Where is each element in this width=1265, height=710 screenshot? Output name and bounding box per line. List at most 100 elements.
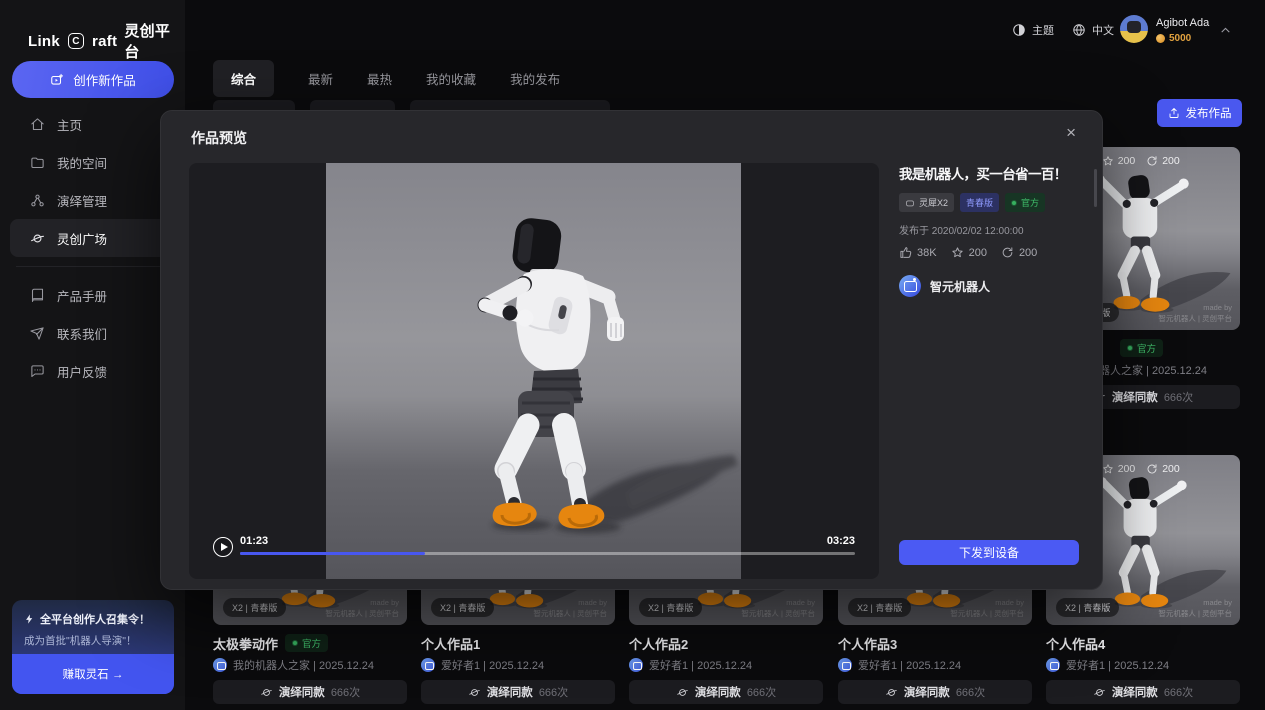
user-avatar[interactable] <box>1120 15 1148 43</box>
feedback-icon <box>30 364 45 379</box>
remix-button[interactable]: 演绎同款 666次 <box>629 680 823 704</box>
create-work-label: 创作新作品 <box>73 70 136 89</box>
official-tag: 官方 <box>1005 193 1045 212</box>
create-work-button[interactable]: 创作新作品 <box>12 61 174 98</box>
work-likes: 38K <box>899 246 937 259</box>
remix-label: 演绎同款 <box>904 684 950 700</box>
model-edition-tag: X2 | 青春版 <box>1056 598 1119 617</box>
card-title-row: 个人作品1 <box>421 635 615 651</box>
work-shares: 200 <box>1001 246 1037 259</box>
author-avatar <box>899 275 921 297</box>
progress-bar[interactable] <box>240 552 855 555</box>
sidebar-item-label: 我的空间 <box>57 153 107 172</box>
author-avatar <box>629 658 643 672</box>
card-title: 个人作品1 <box>421 634 480 653</box>
star-icon <box>951 246 964 259</box>
card-title-row: 个人作品3 <box>838 635 1032 651</box>
globe-icon <box>1072 23 1086 37</box>
lightning-icon <box>24 613 35 625</box>
model-edition-tag: X2 | 青春版 <box>848 598 911 617</box>
sidebar-item-manual[interactable]: 产品手册 <box>10 276 176 314</box>
remix-button[interactable]: 演绎同款 666次 <box>1046 680 1240 704</box>
sidebar-item-label: 产品手册 <box>57 286 107 305</box>
card-title-row: 个人作品2 <box>629 635 823 651</box>
author-avatar <box>1046 658 1060 672</box>
robot-video-graphic <box>326 163 741 579</box>
like-icon <box>899 246 912 259</box>
author-avatar <box>213 658 227 672</box>
remix-button[interactable]: 演绎同款 666次 <box>213 680 407 704</box>
card-title: 个人作品2 <box>629 634 688 653</box>
sidebar-item-feedback[interactable]: 用户反馈 <box>10 352 176 390</box>
earn-gems-button[interactable]: 赚取灵石 → <box>12 654 174 694</box>
video-frame[interactable] <box>326 163 741 579</box>
publish-work-label: 发布作品 <box>1186 105 1232 121</box>
tab-newest[interactable]: 最新 <box>308 69 333 88</box>
video-player: 01:23 03:23 <box>189 163 879 579</box>
sidebar-item-my-space[interactable]: 我的空间 <box>10 143 176 181</box>
account-menu-toggle[interactable] <box>1219 24 1232 42</box>
language-label: 中文 <box>1092 22 1114 38</box>
deploy-to-device-button[interactable]: 下发到设备 <box>899 540 1079 565</box>
remix-icon <box>468 686 481 699</box>
theme-label: 主题 <box>1032 22 1054 38</box>
user-coins: 5000 <box>1156 33 1191 44</box>
promo-title-row: 全平台创作人召集令！ <box>12 600 174 627</box>
remix-button[interactable]: 演绎同款 666次 <box>421 680 615 704</box>
author-name: 智元机器人 <box>930 278 990 295</box>
card-author: 爱好者1 | 2025.12.24 <box>441 657 544 673</box>
sidebar-item-contact[interactable]: 联系我们 <box>10 314 176 352</box>
home-icon <box>30 117 45 132</box>
remix-button[interactable]: 演绎同款 666次 <box>838 680 1032 704</box>
model-edition-tag: X2 | 青春版 <box>639 598 702 617</box>
card-title: 个人作品4 <box>1046 634 1105 653</box>
remix-count: 666次 <box>1164 684 1193 700</box>
upload-icon <box>1168 107 1180 119</box>
close-icon[interactable]: × <box>1066 123 1076 143</box>
send-icon <box>30 326 45 341</box>
sidebar-item-label: 用户反馈 <box>57 362 107 381</box>
card-shares: 200 <box>1146 463 1180 475</box>
tab-hottest[interactable]: 最热 <box>367 69 392 88</box>
theme-toggle[interactable]: 主题 <box>1012 22 1054 38</box>
watermark: made by智元机器人 | 灵创平台 <box>741 597 815 620</box>
work-preview-modal: 作品预览 × <box>160 110 1103 590</box>
card-title-row: 个人作品4 <box>1046 635 1240 651</box>
work-author-row[interactable]: 智元机器人 <box>899 275 1079 297</box>
details-scrollbar[interactable] <box>1094 169 1097 207</box>
share-icon <box>1146 463 1158 475</box>
star-icon <box>1102 155 1114 167</box>
sidebar-item-performance[interactable]: 演绎管理 <box>10 181 176 219</box>
planet-icon <box>30 231 45 246</box>
book-icon <box>30 288 45 303</box>
watermark: made by智元机器人 | 灵创平台 <box>1158 597 1232 620</box>
remix-label: 演绎同款 <box>1112 684 1158 700</box>
logo-c-icon: C <box>68 33 84 49</box>
card-title: 个人作品3 <box>838 634 897 653</box>
play-icon[interactable] <box>213 537 233 557</box>
remix-count: 666次 <box>956 684 985 700</box>
language-switch[interactable]: 中文 <box>1072 22 1114 38</box>
total-time: 03:23 <box>827 535 855 547</box>
official-badge: 官方 <box>1120 339 1163 357</box>
promo-subtitle: 成为首批"机器人导演"！ <box>12 627 174 648</box>
sidebar-item-plaza[interactable]: 灵创广场 <box>10 219 176 257</box>
chevron-up-icon <box>1219 24 1232 37</box>
card-author-row: 爱好者1 | 2025.12.24 <box>629 657 823 673</box>
coin-count: 5000 <box>1169 33 1191 44</box>
sidebar: LinkCraft 灵创平台 创作新作品 主页 我的空间 演绎管理 灵创广场 产… <box>0 0 185 710</box>
progress-fill <box>240 552 425 555</box>
tab-favorites[interactable]: 我的收藏 <box>426 69 476 88</box>
feed-tabs: 综合 最新 最热 我的收藏 我的发布 <box>213 60 560 97</box>
watermark: made by智元机器人 | 灵创平台 <box>950 597 1024 620</box>
sidebar-item-label: 联系我们 <box>57 324 107 343</box>
model-edition-tag: X2 | 青春版 <box>223 598 286 617</box>
tab-my-posts[interactable]: 我的发布 <box>510 69 560 88</box>
create-work-icon <box>50 73 64 87</box>
sidebar-item-home[interactable]: 主页 <box>10 105 176 143</box>
card-author-row: 爱好者1 | 2025.12.24 <box>421 657 615 673</box>
publish-work-button[interactable]: 发布作品 <box>1157 99 1242 127</box>
card-author: 爱好者1 | 2025.12.24 <box>1066 657 1169 673</box>
share-icon <box>1146 155 1158 167</box>
tab-all[interactable]: 综合 <box>213 60 274 97</box>
